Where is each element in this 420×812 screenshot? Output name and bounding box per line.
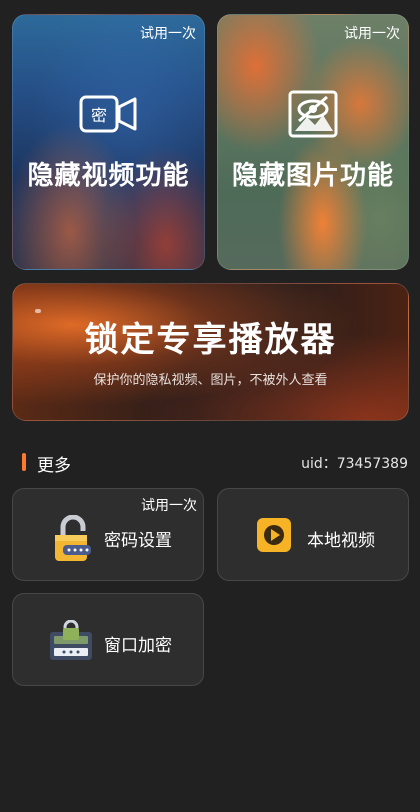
password-settings-label: 密码设置 xyxy=(104,531,172,551)
trial-badge: 试用一次 xyxy=(344,26,400,42)
hide-video-card[interactable]: 试用一次 密 隐藏视频功能 xyxy=(12,14,205,270)
local-video-button[interactable]: 本地视频 xyxy=(217,488,409,581)
password-settings-button[interactable]: 试用一次 密码设置 xyxy=(12,488,204,581)
player-banner[interactable]: 锁定专享播放器 保护你的隐私视频、图片，不被外人查看 xyxy=(12,283,409,421)
banner-title: 锁定专享播放器 xyxy=(84,320,337,360)
window-lock-button[interactable]: 窗口加密 xyxy=(12,593,204,686)
hide-photo-card[interactable]: 试用一次 隐藏图片功能 xyxy=(217,14,409,270)
section-title: 更多 xyxy=(37,456,71,476)
trial-badge: 试用一次 xyxy=(140,26,196,42)
play-video-icon xyxy=(256,517,292,557)
banner-subtitle: 保护你的隐私视频、图片，不被外人查看 xyxy=(93,373,328,388)
window-lock-label: 窗口加密 xyxy=(104,636,172,656)
image-eye-icon xyxy=(287,89,339,143)
more-section-header: 更多 uid：73457389 xyxy=(22,451,408,476)
uid-label: uid：73457389 xyxy=(301,456,408,472)
accent-bar xyxy=(22,453,26,471)
trial-badge: 试用一次 xyxy=(141,498,197,514)
lock-window-icon xyxy=(48,619,94,666)
hide-video-title: 隐藏视频功能 xyxy=(27,161,190,191)
local-video-label: 本地视频 xyxy=(307,531,375,551)
video-lock-icon: 密 xyxy=(79,93,139,141)
hide-photo-title: 隐藏图片功能 xyxy=(231,161,394,191)
video-lock-icon-glyph: 密 xyxy=(90,106,106,125)
padlock-icon xyxy=(53,514,97,567)
